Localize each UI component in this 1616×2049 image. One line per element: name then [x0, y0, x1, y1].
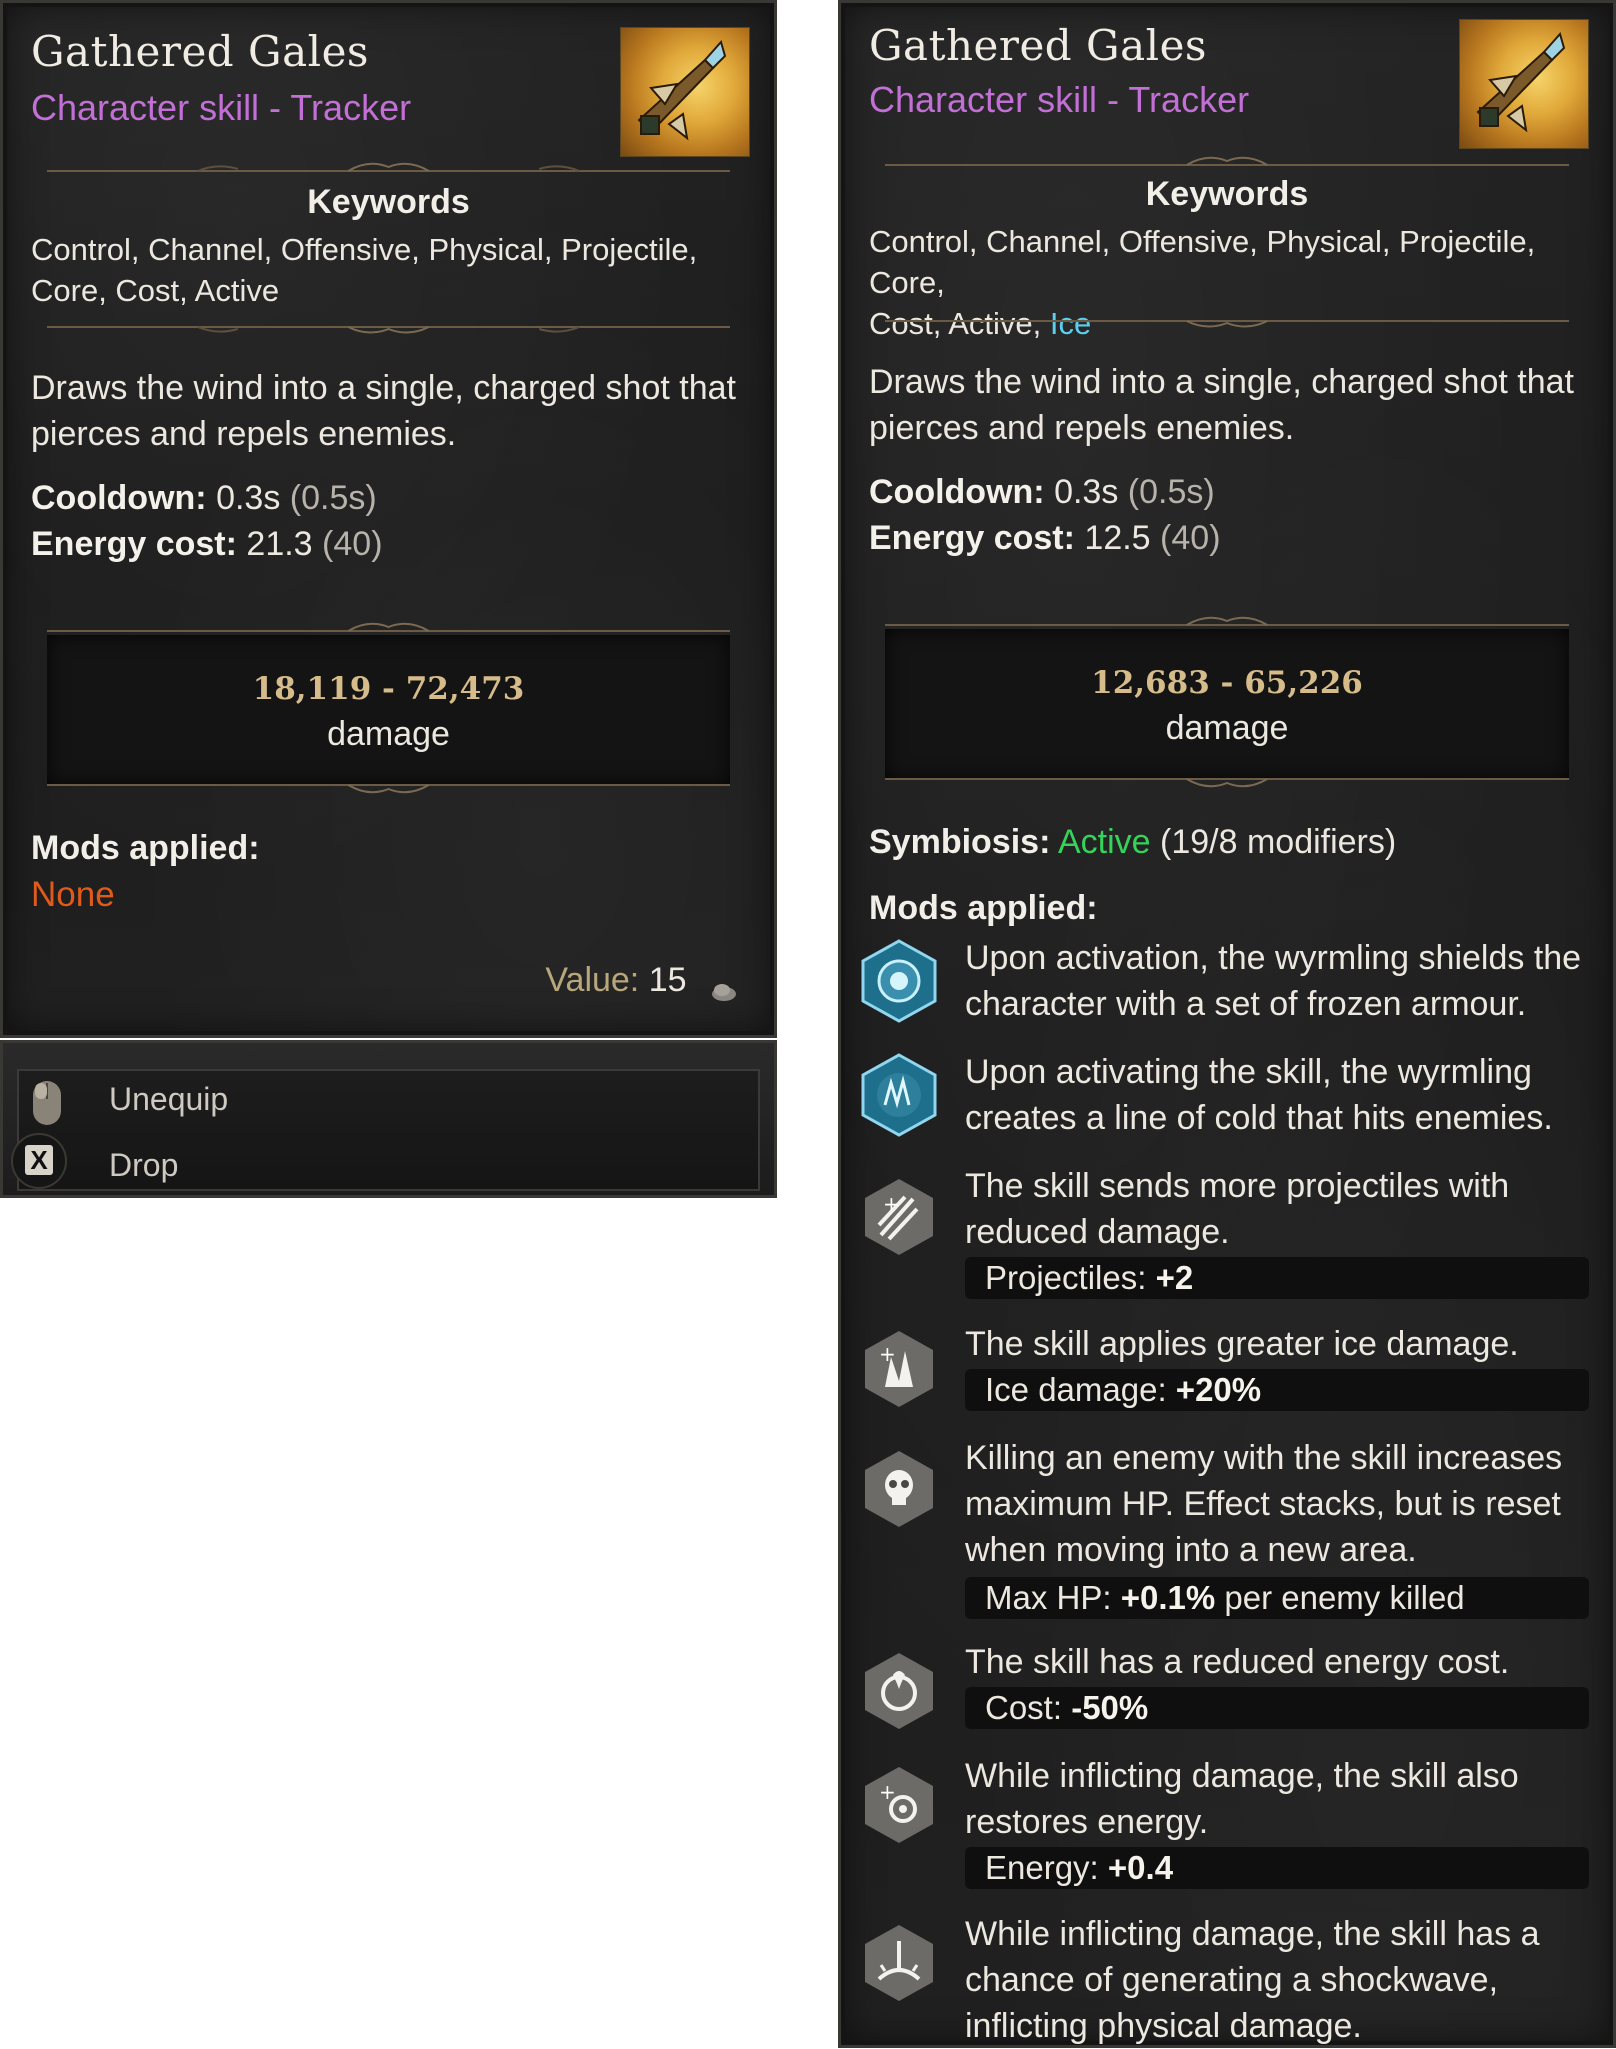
mod-text: The skill sends more projectiles with re… — [965, 1167, 1510, 1251]
skull-icon — [857, 1447, 941, 1531]
mod-text: While inflicting damage, the skill also … — [965, 1757, 1519, 1841]
mouse-icon — [29, 1079, 65, 1127]
energy-cost-stat: Energy cost: 12.5 (40) — [869, 519, 1221, 558]
mod-stat-suffix: per enemy killed — [1215, 1579, 1465, 1616]
svg-text:+: + — [879, 1342, 896, 1366]
energy-cost-label: Energy cost: — [31, 525, 237, 563]
value-amount: 15 — [648, 961, 687, 999]
mod-stat-value: +2 — [1155, 1259, 1194, 1296]
currency-icon — [710, 972, 738, 1002]
cooldown-value: 0.3s — [1054, 473, 1119, 511]
cooldown-value: 0.3s — [216, 479, 281, 517]
energy-cost-value: 21.3 — [246, 525, 313, 563]
cooldown-base: (0.5s) — [1127, 473, 1215, 511]
symbiosis-status: Active — [1057, 823, 1151, 861]
cooldown-label: Cooldown: — [869, 473, 1045, 511]
energy-cost-value: 12.5 — [1084, 519, 1151, 557]
divider-ornament — [47, 319, 730, 337]
svg-text:+: + — [883, 1192, 900, 1216]
symbiosis-detail: (19/8 modifiers) — [1160, 823, 1397, 861]
symbiosis-label: Symbiosis: — [869, 823, 1051, 861]
divider-ornament — [885, 153, 1569, 171]
energy-cost-stat: Energy cost: 21.3 (40) — [31, 525, 383, 564]
mod-stat-bar: Ice damage: +20% — [965, 1369, 1589, 1411]
mod-text: While inflicting damage, the skill has a… — [965, 1915, 1540, 2045]
divider-ornament — [885, 313, 1569, 331]
damage-range: 18,119 - 72,473 — [252, 671, 525, 707]
cooldown-base: (0.5s) — [289, 479, 377, 517]
mod-stat-value: +0.1% — [1120, 1579, 1216, 1616]
skill-title: Gathered Gales — [869, 21, 1207, 70]
divider-ornament — [47, 159, 730, 177]
mod-text: Upon activating the skill, the wyrmling … — [965, 1053, 1553, 1137]
divider-ornament — [47, 779, 730, 797]
energy-cost-icon — [857, 1649, 941, 1733]
mod-stat-label: Energy: — [985, 1849, 1099, 1886]
symbiosis-line: Symbiosis: Active (19/8 modifiers) — [869, 823, 1396, 862]
mod-stat-bar: Energy: +0.4 — [965, 1847, 1589, 1889]
energy-restore-icon: + — [857, 1763, 941, 1847]
cold-line-icon — [857, 1053, 941, 1137]
keywords-line-1: Control, Channel, Offensive, Physical, P… — [869, 224, 1536, 300]
skill-arrow-icon — [620, 27, 750, 157]
shockwave-icon — [857, 1921, 941, 2005]
skill-description: Draws the wind into a single, charged sh… — [869, 363, 1574, 447]
keywords-list: Control, Channel, Offensive, Physical, P… — [31, 232, 698, 308]
mod-text: The skill applies greater ice damage. — [965, 1325, 1519, 1363]
value-line: Value: 15 — [545, 961, 738, 1002]
damage-label: damage — [327, 715, 450, 753]
mods-applied-label: Mods applied: — [869, 889, 1098, 927]
frozen-armour-icon — [857, 939, 941, 1023]
cooldown-label: Cooldown: — [31, 479, 207, 517]
mod-stat-label: Ice damage: — [985, 1371, 1167, 1408]
keywords-heading: Keywords — [307, 183, 470, 221]
mod-stat-bar: Max HP: +0.1% per enemy killed — [965, 1577, 1589, 1619]
multi-projectile-icon: + — [857, 1175, 941, 1259]
x-button-icon: X — [11, 1133, 67, 1189]
skill-tooltip-right: Gathered Gales Character skill - Tracker… — [838, 0, 1616, 2048]
cooldown-stat: Cooldown: 0.3s (0.5s) — [31, 479, 377, 518]
energy-cost-base: (40) — [322, 525, 383, 563]
skill-title: Gathered Gales — [31, 27, 369, 76]
mods-none: None — [31, 875, 115, 914]
damage-box: 12,683 - 65,226 damage — [885, 629, 1569, 779]
action-footer-inner: Unequip X Drop — [11, 1069, 760, 1191]
unequip-action[interactable]: Unequip — [109, 1081, 228, 1118]
mod-text: Upon activation, the wyrmling shields th… — [965, 939, 1582, 1023]
damage-label: damage — [1165, 709, 1289, 747]
mods-applied-label: Mods applied: — [31, 829, 260, 867]
mod-stat-label: Projectiles: — [985, 1259, 1147, 1296]
mod-stat-label: Max HP: — [985, 1579, 1112, 1616]
mod-text: Killing an enemy with the skill increase… — [965, 1439, 1563, 1569]
energy-cost-label: Energy cost: — [869, 519, 1075, 557]
mod-stat-value: +20% — [1175, 1371, 1262, 1408]
cooldown-stat: Cooldown: 0.3s (0.5s) — [869, 473, 1215, 512]
svg-text:+: + — [879, 1780, 896, 1804]
action-footer: Unequip X Drop — [0, 1040, 777, 1198]
mod-stat-bar: Cost: -50% — [965, 1687, 1589, 1729]
skill-description: Draws the wind into a single, charged sh… — [31, 369, 736, 453]
damage-box: 18,119 - 72,473 damage — [47, 635, 730, 785]
drop-action[interactable]: Drop — [109, 1147, 178, 1184]
mod-text: The skill has a reduced energy cost. — [965, 1643, 1510, 1681]
skill-subtitle: Character skill - Tracker — [869, 79, 1250, 120]
mod-stat-value: +0.4 — [1107, 1849, 1174, 1886]
skill-arrow-icon — [1459, 19, 1589, 149]
mod-stat-bar: Projectiles: +2 — [965, 1257, 1589, 1299]
divider-ornament — [885, 773, 1569, 791]
skill-subtitle: Character skill - Tracker — [31, 87, 412, 128]
mod-stat-value: -50% — [1071, 1689, 1149, 1726]
damage-range: 12,683 - 65,226 — [1091, 665, 1363, 701]
skill-tooltip-left: Gathered Gales Character skill - Tracker… — [0, 0, 777, 1038]
x-key-label: X — [25, 1145, 53, 1175]
mod-stat-label: Cost: — [985, 1689, 1063, 1726]
energy-cost-base: (40) — [1160, 519, 1221, 557]
keywords-heading: Keywords — [1145, 175, 1309, 213]
value-label: Value: — [545, 961, 640, 999]
ice-damage-icon: + — [857, 1327, 941, 1411]
